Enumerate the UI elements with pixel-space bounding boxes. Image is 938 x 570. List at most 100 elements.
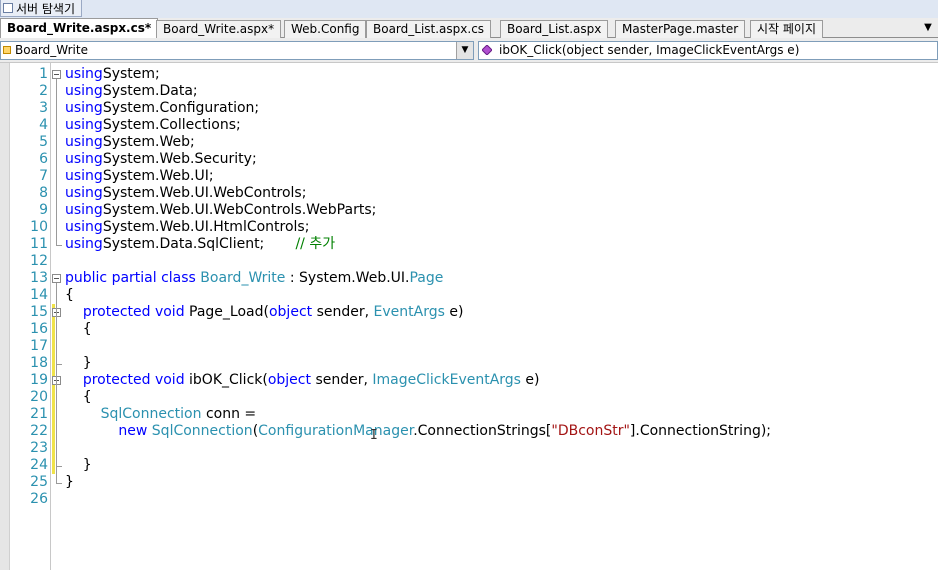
code-line[interactable]: 8 usingSystem.Web.UI.WebControls;	[0, 185, 938, 202]
code-text: }	[65, 474, 74, 491]
code-line[interactable]: 9 usingSystem.Web.UI.WebControls.WebParts…	[0, 202, 938, 219]
code-text: public partial class Board_Write : Syste…	[65, 270, 443, 287]
code-text: usingSystem;	[65, 66, 160, 83]
code-line[interactable]: 19 protected void ibOK_Click(object send…	[0, 372, 938, 389]
code-line[interactable]: 4 usingSystem.Collections;	[0, 117, 938, 134]
outline-guide	[56, 283, 57, 483]
code-line[interactable]: 21 SqlConnection conn =	[0, 406, 938, 423]
class-dropdown-value: Board_Write	[15, 43, 88, 57]
code-token: Board_Write	[200, 270, 286, 286]
code-line[interactable]: 14 {	[0, 287, 938, 304]
code-text: usingSystem.Configuration;	[65, 100, 259, 117]
class-dropdown-arrow-icon[interactable]: ▼	[456, 42, 473, 59]
collapse-icon[interactable]	[52, 66, 62, 83]
collapse-icon[interactable]	[52, 304, 62, 321]
code-line[interactable]: 22 new SqlConnection(ConfigurationManage…	[0, 423, 938, 440]
code-token: System.Web.UI.HtmlControls;	[102, 219, 310, 235]
tab-start-page[interactable]: 시작 페이지	[750, 20, 824, 38]
code-token: System.Web.UI.WebControls;	[102, 185, 307, 201]
code-token: protected void	[82, 372, 190, 388]
document-tab-row: Board_Write.aspx.cs* Board_Write.aspx* W…	[0, 18, 938, 38]
collapse-icon[interactable]	[52, 372, 62, 389]
code-token: protected void	[82, 304, 190, 320]
code-line[interactable]: 26	[0, 491, 938, 508]
code-token: using	[65, 151, 103, 167]
code-token: System.Web.UI;	[102, 168, 214, 184]
code-token: sender,	[311, 372, 373, 388]
code-token: sender,	[312, 304, 374, 320]
code-token: conn =	[201, 406, 257, 422]
tab-label: 시작 페이지	[757, 22, 817, 36]
code-line[interactable]: 10 usingSystem.Web.UI.HtmlControls;	[0, 219, 938, 236]
line-number: 18	[30, 355, 48, 371]
code-token: System.Web.Security;	[102, 151, 257, 167]
server-explorer-tab[interactable]: 서버 탐색기	[0, 0, 83, 17]
line-number: 24	[30, 457, 48, 473]
line-number: 17	[30, 338, 48, 354]
line-number: 20	[30, 389, 48, 405]
code-line[interactable]: 1 usingSystem;	[0, 66, 938, 83]
class-dropdown[interactable]: Board_Write ▼	[0, 41, 474, 60]
code-line[interactable]: 20 {	[0, 389, 938, 406]
code-line[interactable]: 11 usingSystem.Data.SqlClient; // 추가	[0, 236, 938, 253]
code-line[interactable]: 6 usingSystem.Web.Security;	[0, 151, 938, 168]
code-line[interactable]: 25}	[0, 474, 938, 491]
change-marker	[52, 423, 55, 440]
code-token: {	[65, 389, 92, 405]
tab-label: Board_List.aspx.cs	[373, 22, 485, 36]
line-number: 11	[30, 236, 48, 252]
line-number: 9	[39, 202, 48, 218]
code-line[interactable]: 24 }	[0, 457, 938, 474]
code-line[interactable]: 16 {	[0, 321, 938, 338]
code-line[interactable]: 5 usingSystem.Web;	[0, 134, 938, 151]
tab-board-write-aspx[interactable]: Board_Write.aspx*	[156, 20, 282, 38]
line-number: 15	[30, 304, 48, 320]
tab-list-dropdown-icon[interactable]: ▼	[922, 21, 934, 35]
outline-end-tick	[56, 364, 62, 365]
code-line[interactable]: 3 usingSystem.Configuration;	[0, 100, 938, 117]
code-text: usingSystem.Collections;	[65, 117, 241, 134]
code-token: e)	[520, 372, 540, 388]
line-number: 6	[39, 151, 48, 167]
line-number: 2	[39, 83, 48, 99]
text-cursor-icon: I	[370, 428, 378, 443]
code-token: e)	[444, 304, 464, 320]
tab-masterpage-master[interactable]: MasterPage.master	[615, 20, 746, 38]
code-token: SqlConnection	[151, 423, 253, 439]
change-marker	[52, 457, 55, 474]
code-line[interactable]: 2 usingSystem.Data;	[0, 83, 938, 100]
tab-web-config[interactable]: Web.Config	[284, 20, 367, 38]
code-token: {	[65, 321, 92, 337]
code-line[interactable]: 18 }	[0, 355, 938, 372]
line-number: 14	[30, 287, 48, 303]
code-token: System.Web;	[102, 134, 195, 150]
code-line[interactable]: 17	[0, 338, 938, 355]
code-editor[interactable]: 1 usingSystem; 2 usingSystem.Data; 3 usingSys…	[0, 63, 938, 570]
line-number: 13	[30, 270, 48, 286]
tab-board-list-aspx[interactable]: Board_List.aspx	[500, 20, 609, 38]
code-line[interactable]: 13 public partial class Board_Write : Sys…	[0, 270, 938, 287]
member-dropdown[interactable]: ibOK_Click(object sender, ImageClickEven…	[478, 41, 938, 60]
tab-board-write-aspx-cs[interactable]: Board_Write.aspx.cs*	[0, 18, 159, 38]
code-line[interactable]: 23	[0, 440, 938, 457]
code-token: object	[267, 372, 311, 388]
code-text: }	[65, 457, 92, 474]
code-token: object	[268, 304, 313, 320]
code-line[interactable]: 15 protected void Page_Load(object sende…	[0, 304, 938, 321]
code-text: {	[65, 321, 92, 338]
code-token: ibOK_Click(	[189, 372, 268, 388]
change-marker	[52, 389, 55, 406]
line-number: 22	[30, 423, 48, 439]
tab-board-list-aspx-cs[interactable]: Board_List.aspx.cs	[366, 20, 492, 38]
server-explorer-icon	[3, 3, 13, 13]
code-line[interactable]: 12	[0, 253, 938, 270]
line-number: 21	[30, 406, 48, 422]
tab-label: Web.Config	[291, 22, 360, 36]
code-line[interactable]: 7 usingSystem.Web.UI;	[0, 168, 938, 185]
collapse-icon[interactable]	[52, 270, 62, 287]
code-token: using	[65, 236, 103, 252]
line-number: 10	[30, 219, 48, 235]
code-token: : System.Web.UI.	[285, 270, 410, 286]
code-text: usingSystem.Web;	[65, 134, 195, 151]
